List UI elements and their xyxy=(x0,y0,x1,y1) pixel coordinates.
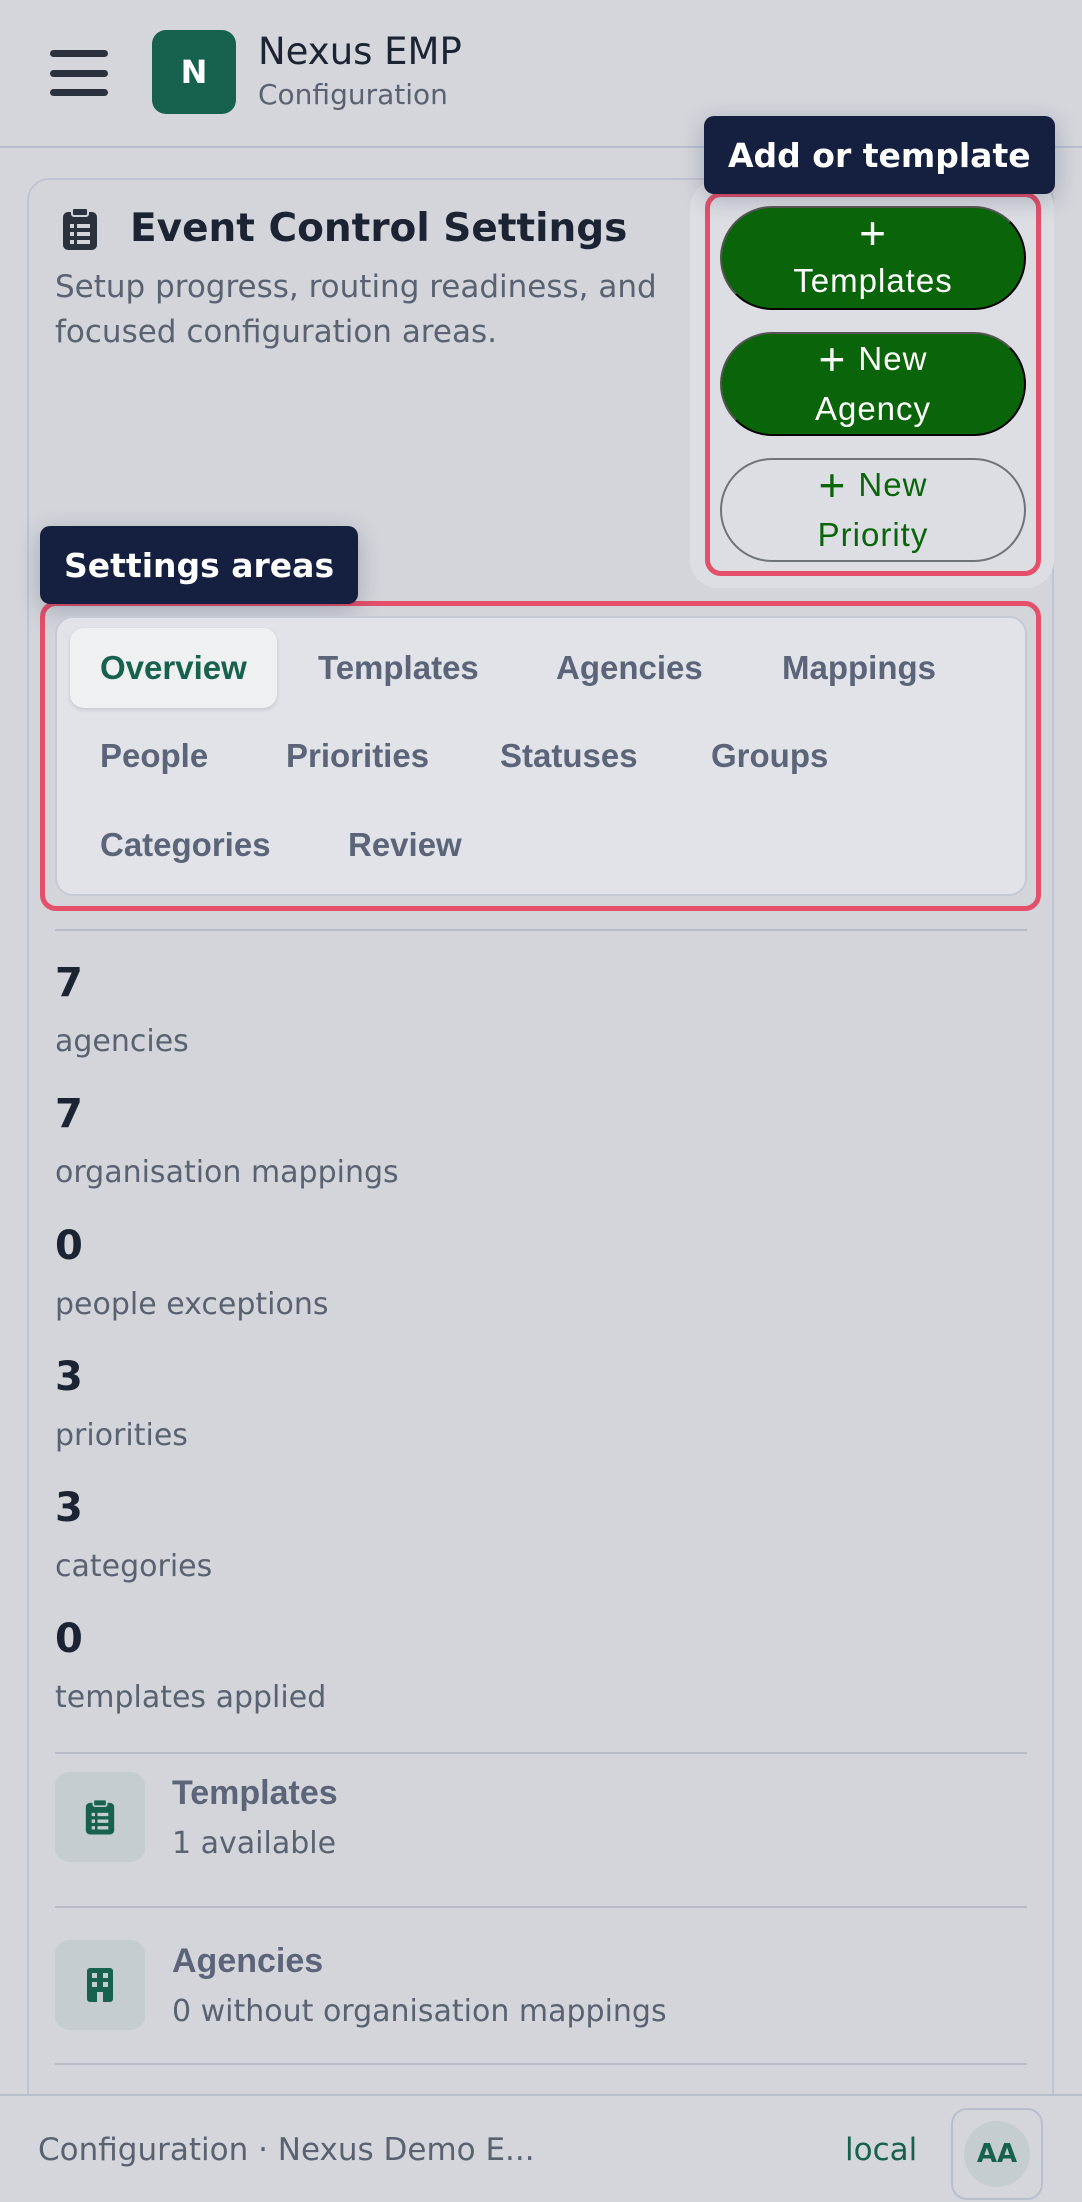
agencies-area-icon[interactable] xyxy=(55,1940,145,2030)
status-footer: Configuration · Nexus Demo E... local AA xyxy=(0,2094,1082,2202)
settings-areas-tag: Settings areas xyxy=(40,526,359,604)
plus-icon: + xyxy=(818,333,847,385)
new-agency-button-label-1: New xyxy=(858,340,928,377)
templates-area-title[interactable]: Templates xyxy=(172,1774,338,1813)
stat-priorities-value: 3 xyxy=(55,1354,83,1400)
tab-categories[interactable]: Categories xyxy=(70,805,301,885)
tab-priorities[interactable]: Priorities xyxy=(256,716,459,796)
add-or-template-tag: Add or template xyxy=(704,116,1055,194)
user-menu-button[interactable]: AA xyxy=(951,2108,1043,2200)
stat-mappings-value: 7 xyxy=(55,1091,83,1137)
plus-icon: + xyxy=(818,459,847,511)
tab-groups[interactable]: Groups xyxy=(681,716,858,796)
divider xyxy=(55,1906,1027,1908)
new-priority-button-label-1: New xyxy=(858,466,928,503)
avatar: AA xyxy=(964,2121,1030,2187)
templates-button[interactable]: + Templates xyxy=(720,206,1026,310)
stat-agencies-value: 7 xyxy=(55,960,83,1006)
page-title: Event Control Settings xyxy=(130,206,628,251)
tab-review[interactable]: Review xyxy=(318,805,492,885)
agencies-area-title[interactable]: Agencies xyxy=(172,1942,323,1981)
tab-templates[interactable]: Templates xyxy=(288,628,509,708)
stat-templates-applied-label: templates applied xyxy=(55,1680,327,1715)
environment-badge: local xyxy=(845,2132,918,2168)
templates-area-subtitle: 1 available xyxy=(172,1826,337,1861)
app-section: Configuration xyxy=(258,78,448,111)
new-priority-button[interactable]: + New Priority xyxy=(720,458,1026,562)
new-agency-button[interactable]: + New Agency xyxy=(720,332,1026,436)
clipboard-icon xyxy=(63,207,97,250)
divider xyxy=(55,1752,1027,1754)
tab-overview[interactable]: Overview xyxy=(70,628,277,708)
menu-icon[interactable] xyxy=(48,46,110,100)
templates-area-icon[interactable] xyxy=(55,1772,145,1862)
divider xyxy=(55,2063,1027,2065)
tab-agencies[interactable]: Agencies xyxy=(526,628,733,708)
new-priority-button-label-2: Priority xyxy=(817,516,929,553)
tab-people[interactable]: People xyxy=(70,716,238,796)
stat-priorities-label: priorities xyxy=(55,1418,188,1453)
building-icon xyxy=(87,1968,113,2002)
stat-categories-label: categories xyxy=(55,1549,213,1584)
stat-templates-applied-value: 0 xyxy=(55,1616,83,1662)
clipboard-icon xyxy=(85,1798,115,1835)
stat-categories-value: 3 xyxy=(55,1485,83,1531)
stat-people-exceptions-label: people exceptions xyxy=(55,1287,329,1322)
app-name: Nexus EMP xyxy=(258,30,462,73)
tab-statuses[interactable]: Statuses xyxy=(470,716,668,796)
footer-context: Configuration · Nexus Demo E... xyxy=(38,2132,535,2168)
stat-mappings-label: organisation mappings xyxy=(55,1155,399,1190)
brand-logo: N xyxy=(152,30,236,114)
plus-icon: + xyxy=(859,207,887,259)
tab-mappings[interactable]: Mappings xyxy=(752,628,966,708)
stat-people-exceptions-value: 0 xyxy=(55,1223,83,1269)
new-agency-button-label-2: Agency xyxy=(814,390,932,427)
page-description: Setup progress, routing readiness, and f… xyxy=(55,269,657,350)
agencies-area-subtitle: 0 without organisation mappings xyxy=(172,1994,667,2029)
divider xyxy=(55,929,1027,931)
stat-agencies-label: agencies xyxy=(55,1024,189,1059)
templates-button-label: Templates xyxy=(793,262,953,299)
